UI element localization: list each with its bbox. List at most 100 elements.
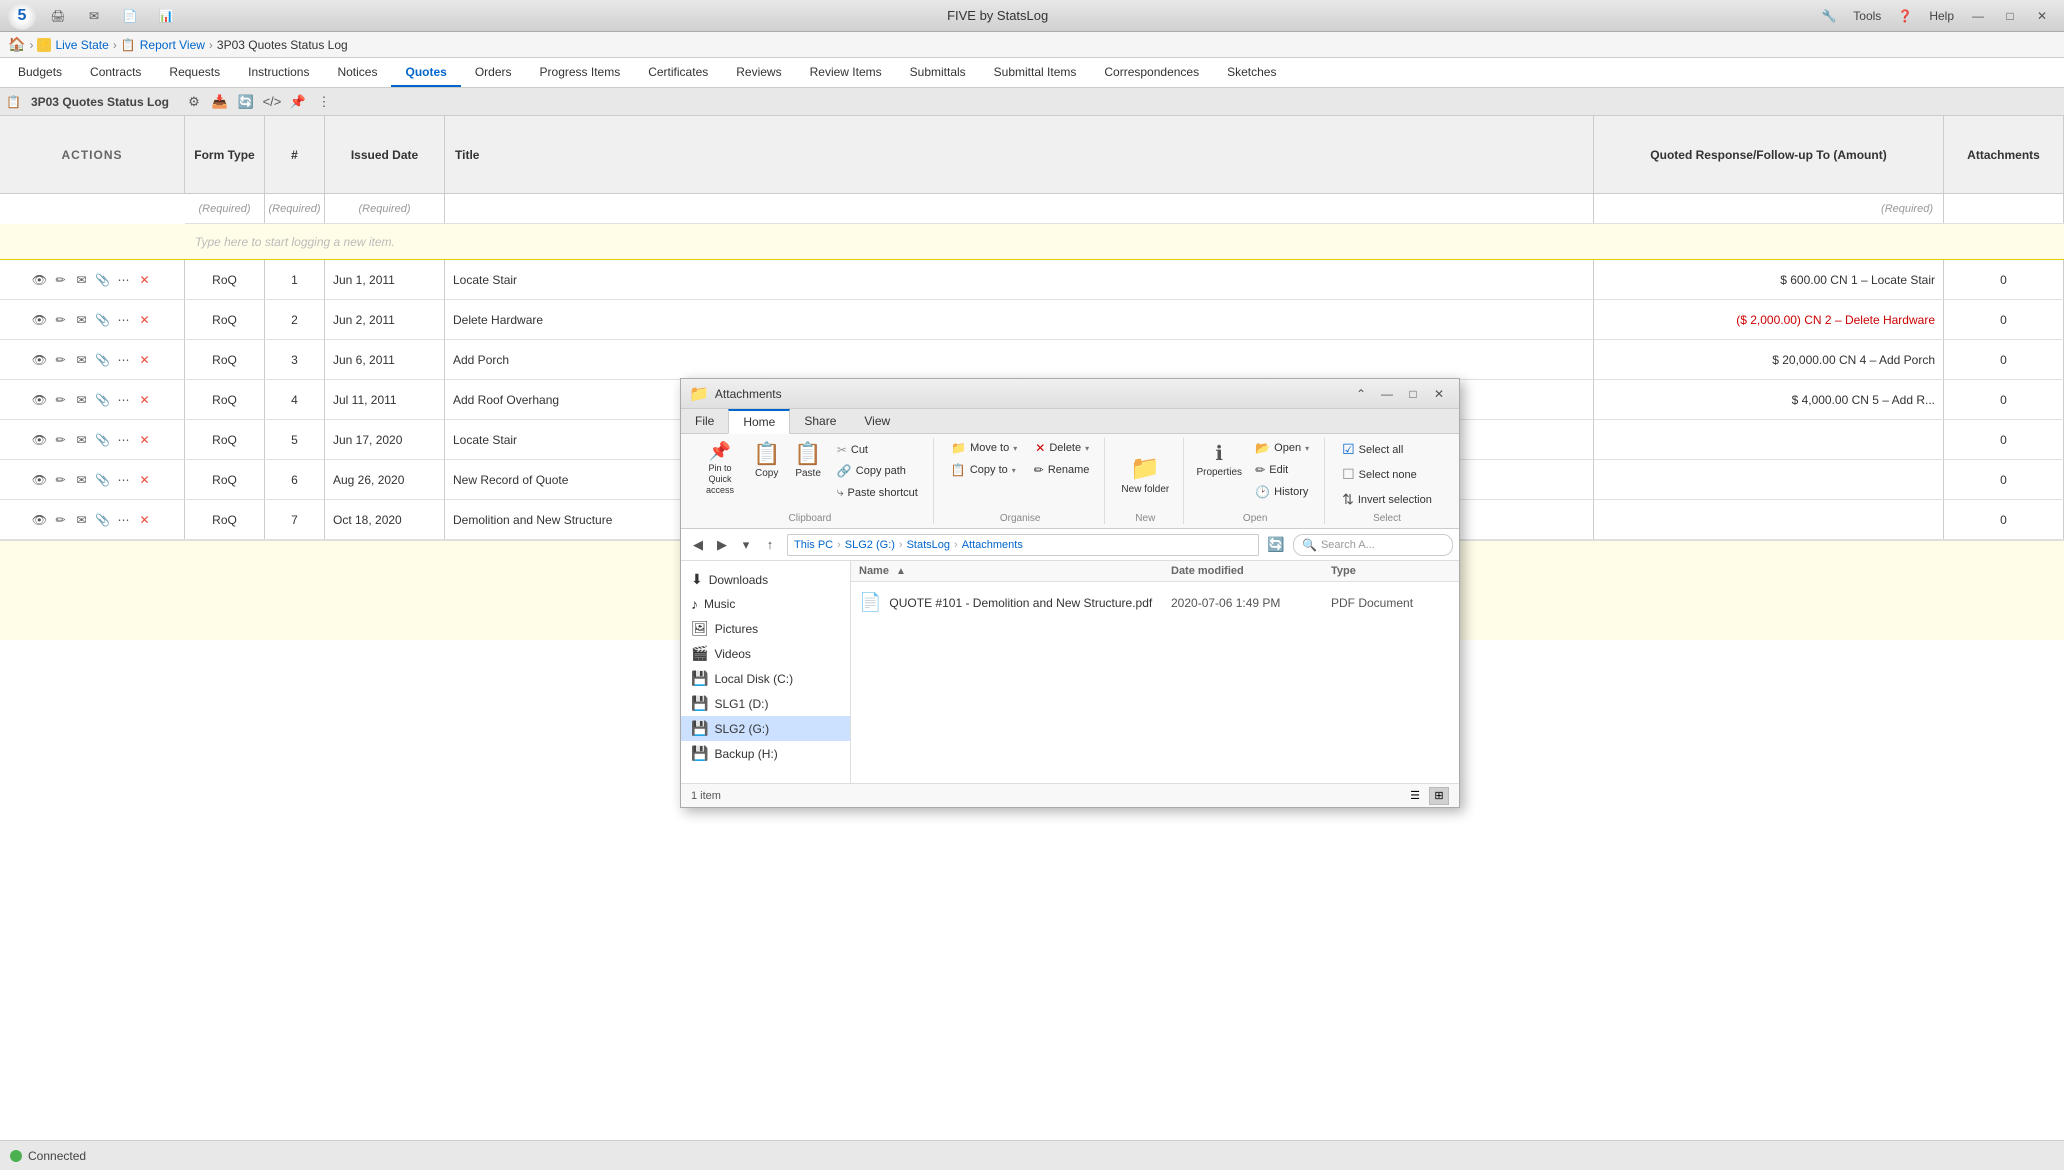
code-btn[interactable]: </>	[261, 91, 283, 113]
excel-btn[interactable]: 📊	[152, 5, 180, 27]
fe-search-box[interactable]: 🔍 Search A...	[1293, 534, 1453, 556]
list-item[interactable]: 📄 QUOTE #101 - Demolition and New Struct…	[851, 586, 1459, 619]
close-btn[interactable]: ✕	[2028, 5, 2056, 27]
edit-btn[interactable]: ✏ Edit	[1248, 460, 1316, 480]
fe-up-btn[interactable]: ↑	[759, 534, 781, 556]
row-attach-icon[interactable]: 📎	[94, 391, 112, 409]
open-btn[interactable]: 📂 Open ▾	[1248, 438, 1316, 458]
pdf-btn[interactable]: 📄	[116, 5, 144, 27]
fe-tab-view[interactable]: View	[850, 409, 904, 433]
row-attach-icon[interactable]: 📎	[94, 471, 112, 489]
row-edit-icon[interactable]: ✏	[52, 511, 70, 529]
breadcrumb-report-view[interactable]: Report View	[140, 38, 205, 52]
help-icon[interactable]: ❓	[1891, 5, 1919, 27]
fe-tab-file[interactable]: File	[681, 409, 728, 433]
row-view-icon[interactable]: 👁	[31, 271, 49, 289]
row-edit-icon[interactable]: ✏	[52, 271, 70, 289]
tab-orders[interactable]: Orders	[461, 58, 526, 87]
row-edit-icon[interactable]: ✏	[52, 471, 70, 489]
minimize-btn[interactable]: —	[1964, 5, 1992, 27]
settings-btn[interactable]: ⚙	[183, 91, 205, 113]
tab-submittal-items[interactable]: Submittal Items	[980, 58, 1091, 87]
paste-shortcut-btn[interactable]: ⤷ Paste shortcut	[830, 482, 925, 503]
address-path[interactable]: This PC › SLG2 (G:) › StatsLog › Attachm…	[787, 534, 1259, 556]
row-email-icon[interactable]: ✉	[73, 351, 91, 369]
sidebar-item-downloads[interactable]: ⬇ Downloads	[681, 567, 850, 592]
row-delete-icon[interactable]: ✕	[136, 471, 154, 489]
fe-forward-btn[interactable]: ▶	[711, 534, 733, 556]
copy-large-btn[interactable]: 📋 Copy	[747, 438, 786, 482]
copy-to-btn[interactable]: 📋 Copy to ▾	[944, 460, 1023, 480]
sidebar-item-music[interactable]: ♪ Music	[681, 592, 850, 616]
row-attach-icon[interactable]: 📎	[94, 351, 112, 369]
row-email-icon[interactable]: ✉	[73, 311, 91, 329]
row-more-icon[interactable]: ⋯	[115, 511, 133, 529]
sidebar-item-slg1-d[interactable]: 💾 SLG1 (D:)	[681, 691, 850, 716]
fe-tab-share[interactable]: Share	[790, 409, 850, 433]
print-btn[interactable]: 🖨	[44, 5, 72, 27]
rename-btn[interactable]: ✏ Rename	[1027, 460, 1097, 480]
row-attach-icon[interactable]: 📎	[94, 271, 112, 289]
row-view-icon[interactable]: 👁	[31, 511, 49, 529]
row-email-icon[interactable]: ✉	[73, 391, 91, 409]
row-email-icon[interactable]: ✉	[73, 511, 91, 529]
pin-btn[interactable]: 📌	[287, 91, 309, 113]
cut-btn[interactable]: ✂ Cut	[830, 440, 925, 460]
row-more-icon[interactable]: ⋯	[115, 351, 133, 369]
tab-contracts[interactable]: Contracts	[76, 58, 155, 87]
row-edit-icon[interactable]: ✏	[52, 391, 70, 409]
tools-icon[interactable]: 🔧	[1815, 5, 1843, 27]
row-delete-icon[interactable]: ✕	[136, 391, 154, 409]
fe-dropdown-btn[interactable]: ▾	[735, 534, 757, 556]
row-view-icon[interactable]: 👁	[31, 391, 49, 409]
fe-list-view-btn[interactable]: ☰	[1405, 787, 1425, 805]
sidebar-item-slg2-g[interactable]: 💾 SLG2 (G:)	[681, 716, 850, 741]
row-more-icon[interactable]: ⋯	[115, 391, 133, 409]
invert-selection-btn[interactable]: ⇅ Invert selection	[1335, 488, 1439, 511]
tab-instructions[interactable]: Instructions	[234, 58, 323, 87]
row-view-icon[interactable]: 👁	[31, 351, 49, 369]
row-delete-icon[interactable]: ✕	[136, 311, 154, 329]
row-more-icon[interactable]: ⋯	[115, 431, 133, 449]
email-btn[interactable]: ✉	[80, 5, 108, 27]
row-more-icon[interactable]: ⋯	[115, 271, 133, 289]
row-attach-icon[interactable]: 📎	[94, 311, 112, 329]
fe-maximize-btn[interactable]: □	[1401, 383, 1425, 405]
fe-back-btn[interactable]: ◀	[687, 534, 709, 556]
row-more-icon[interactable]: ⋯	[115, 311, 133, 329]
maximize-btn[interactable]: □	[1996, 5, 2024, 27]
sidebar-item-backup-h[interactable]: 💾 Backup (H:)	[681, 741, 850, 766]
fe-expand-btn[interactable]: ⌃	[1349, 383, 1373, 405]
properties-btn[interactable]: ℹ Properties	[1194, 438, 1244, 502]
row-attach-icon[interactable]: 📎	[94, 511, 112, 529]
row-delete-icon[interactable]: ✕	[136, 431, 154, 449]
new-folder-btn[interactable]: 📁 New folder	[1115, 451, 1175, 498]
refresh-btn[interactable]: 🔄	[235, 91, 257, 113]
fe-minimize-btn[interactable]: —	[1375, 383, 1399, 405]
pin-quick-access-btn[interactable]: 📌 Pin to Quick access	[695, 438, 745, 498]
tab-review-items[interactable]: Review Items	[796, 58, 896, 87]
new-item-row[interactable]: Type here to start logging a new item.	[0, 224, 2064, 260]
tab-notices[interactable]: Notices	[323, 58, 391, 87]
fe-close-btn[interactable]: ✕	[1427, 383, 1451, 405]
sidebar-item-local-disk-c[interactable]: 💾 Local Disk (C:)	[681, 666, 850, 691]
tab-certificates[interactable]: Certificates	[634, 58, 722, 87]
col-date-header[interactable]: Date modified	[1171, 565, 1331, 577]
row-attach-icon[interactable]: 📎	[94, 431, 112, 449]
tab-quotes[interactable]: Quotes	[391, 58, 460, 87]
row-delete-icon[interactable]: ✕	[136, 271, 154, 289]
fe-tab-home[interactable]: Home	[728, 409, 790, 434]
sidebar-item-pictures[interactable]: 🖼 Pictures	[681, 616, 850, 641]
tab-submittals[interactable]: Submittals	[896, 58, 980, 87]
paste-btn[interactable]: 📋 Paste	[788, 438, 827, 482]
select-all-btn[interactable]: ☑ Select all	[1335, 438, 1410, 461]
col-name-header[interactable]: Name ▲	[859, 565, 1171, 577]
row-delete-icon[interactable]: ✕	[136, 351, 154, 369]
row-email-icon[interactable]: ✉	[73, 271, 91, 289]
fe-refresh-btn[interactable]: 🔄	[1265, 534, 1287, 556]
move-to-btn[interactable]: 📁 Move to ▾	[944, 438, 1024, 458]
tab-reviews[interactable]: Reviews	[722, 58, 795, 87]
row-email-icon[interactable]: ✉	[73, 471, 91, 489]
path-slg2[interactable]: SLG2 (G:)	[845, 539, 895, 551]
tab-correspondences[interactable]: Correspondences	[1090, 58, 1213, 87]
